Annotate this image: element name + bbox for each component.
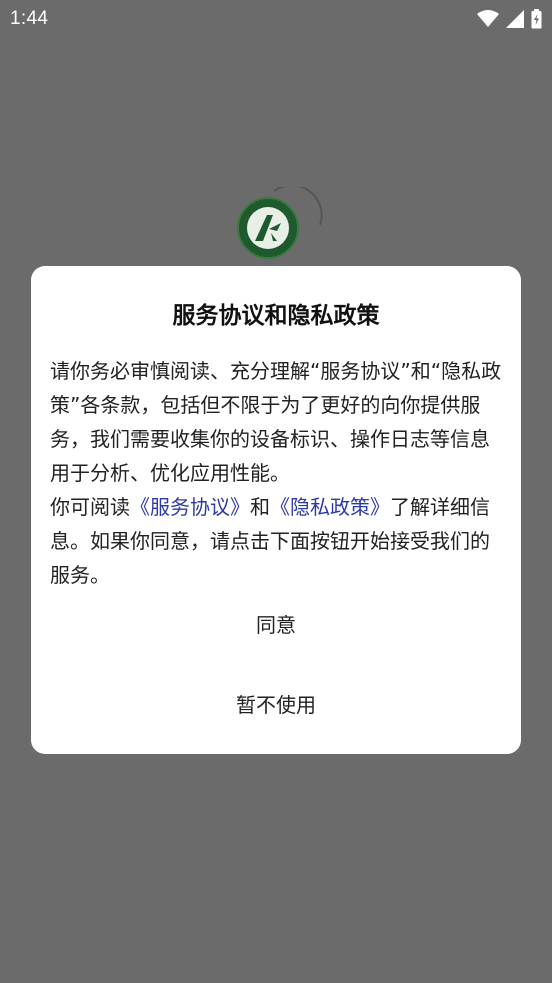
status-icons xyxy=(477,9,542,29)
cell-signal-icon xyxy=(506,10,524,28)
decline-button[interactable]: 暂不使用 xyxy=(31,689,521,718)
battery-charging-icon xyxy=(531,9,542,29)
dialog-paragraph-1: 请你务必审慎阅读、充分理解“服务协议”和“隐私政策”各条款，包括但不限于为了更好… xyxy=(50,359,502,485)
service-agreement-link[interactable]: 《服务协议》 xyxy=(130,495,250,519)
status-bar: 1:44 xyxy=(0,0,552,38)
dialog-paragraph-2: 你可阅读《服务协议》和《隐私政策》了解详细信息。如果你同意，请点击下面按钮开始接… xyxy=(50,490,505,592)
loading-spinner-icon xyxy=(273,187,323,226)
status-time: 1:44 xyxy=(10,8,49,29)
dialog-title: 服务协议和隐私政策 xyxy=(172,303,380,329)
privacy-dialog: 服务协议和隐私政策 请你务必审慎阅读、充分理解“服务协议”和“隐私政策”各条款，… xyxy=(31,266,521,754)
privacy-policy-link[interactable]: 《隐私政策》 xyxy=(270,495,390,519)
paragraph-2-prefix: 你可阅读 xyxy=(50,495,130,519)
paragraph-2-and: 和 xyxy=(250,495,270,519)
wifi-icon xyxy=(477,10,499,28)
dialog-body: 请你务必审慎阅读、充分理解“服务协议”和“隐私政策”各条款，包括但不限于为了更好… xyxy=(50,354,505,592)
agree-button[interactable]: 同意 xyxy=(31,609,521,638)
